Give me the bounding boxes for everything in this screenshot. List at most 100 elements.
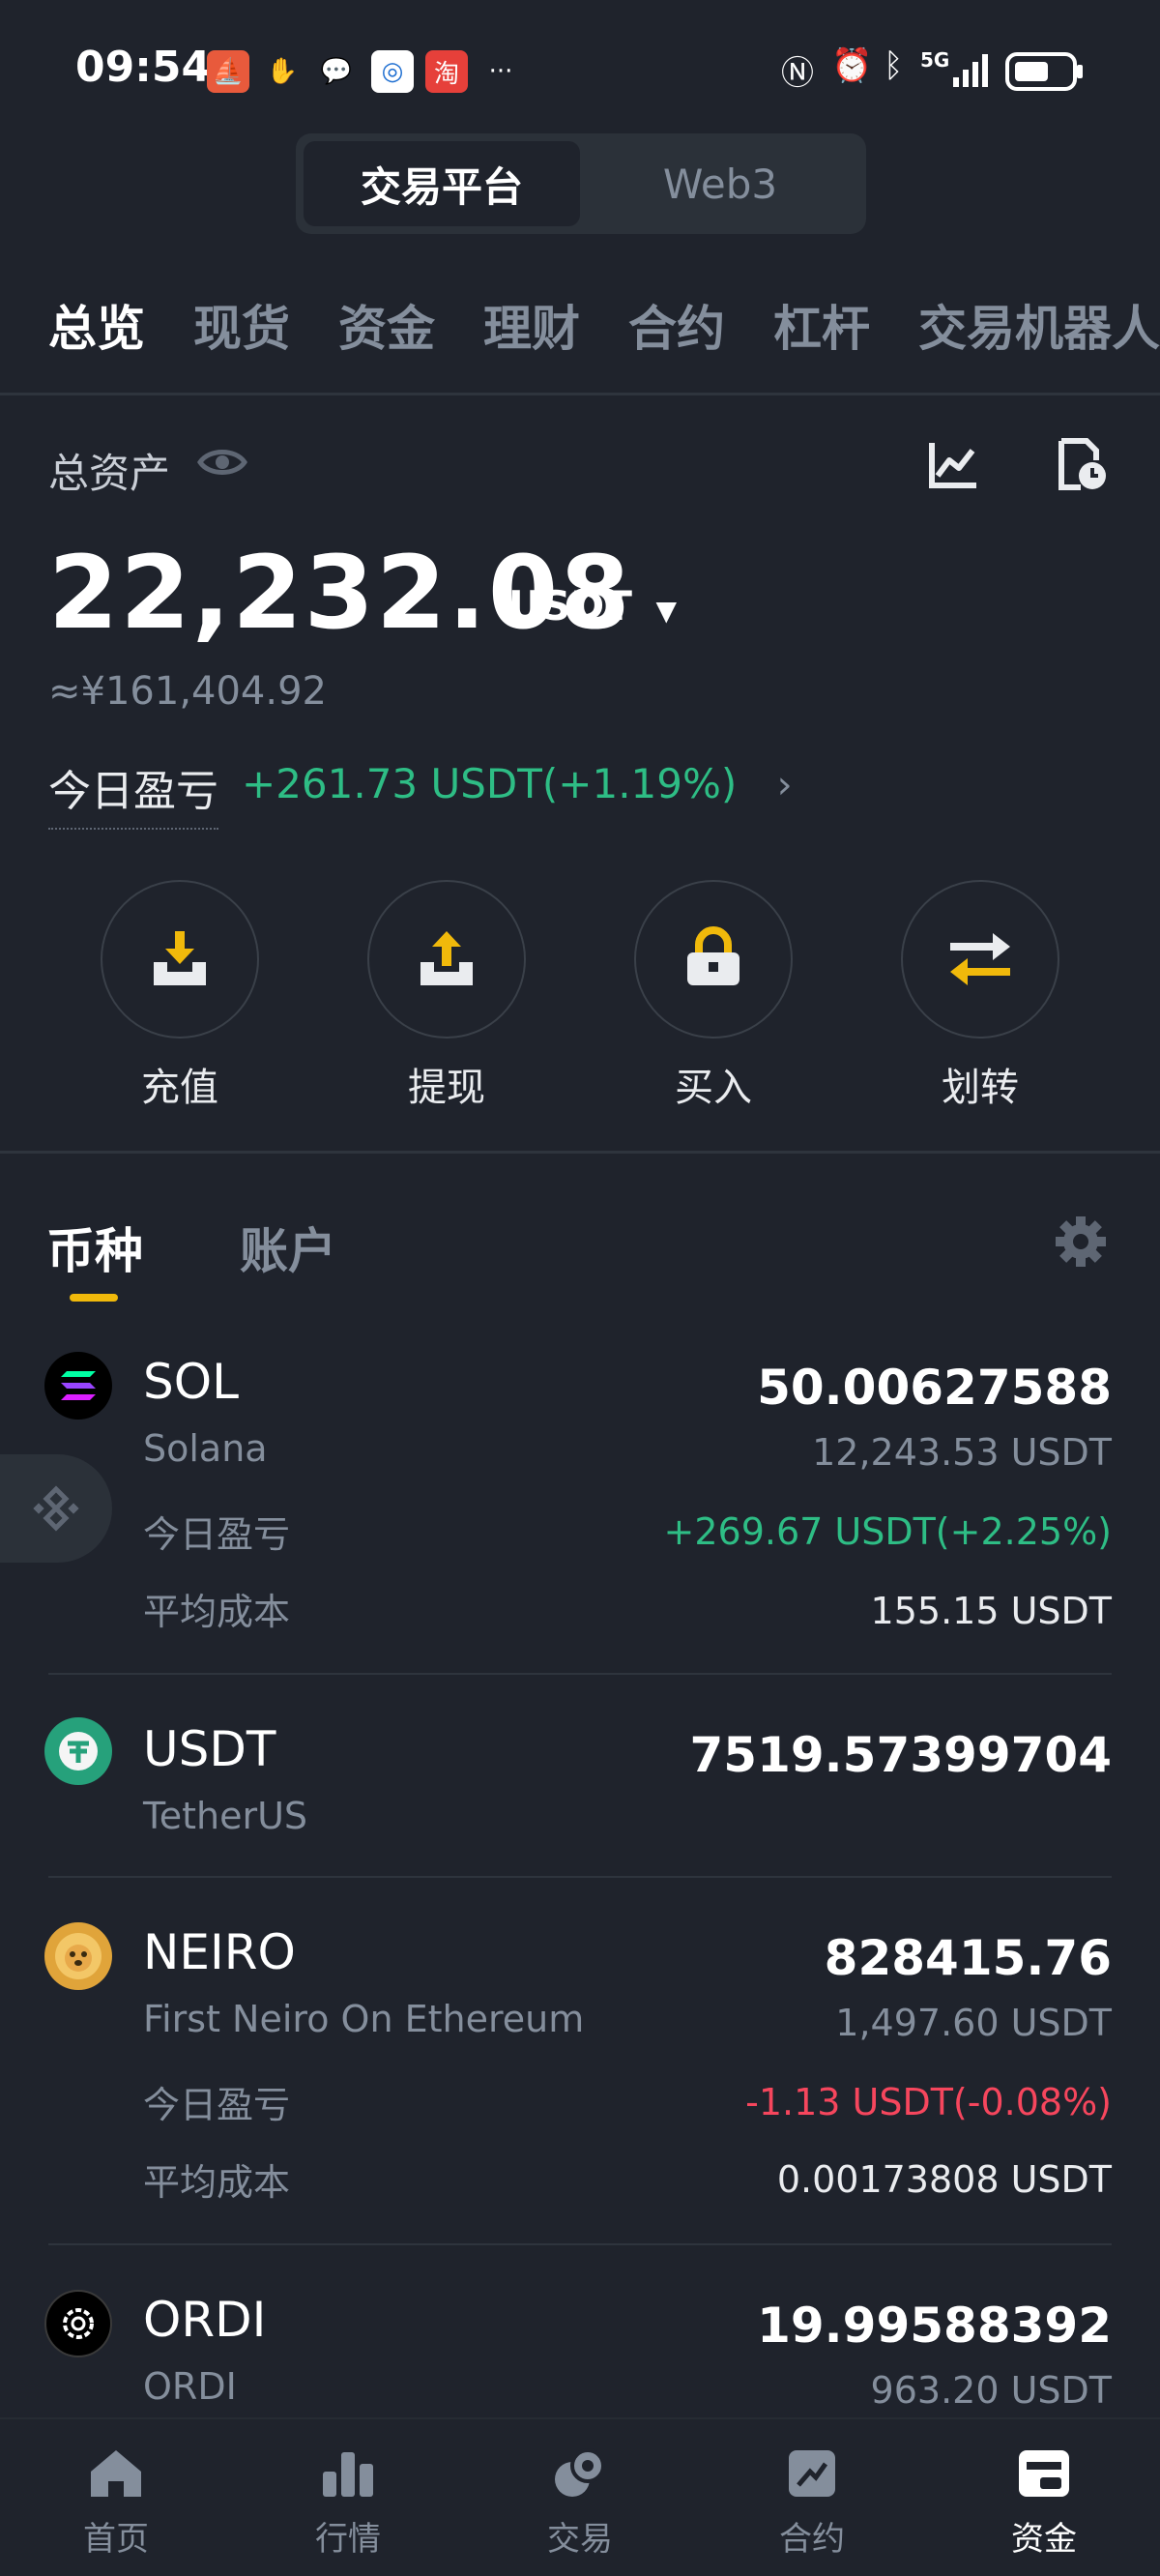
nav-futures[interactable]: 合约 [735, 2446, 889, 2560]
binance-logo-icon [33, 1485, 79, 1532]
message-icon: 💬 [320, 57, 353, 86]
usdt-icon [44, 1717, 112, 1785]
tab-account[interactable]: 账户 [240, 1213, 336, 1282]
coin-cost-label: 平均成本 [143, 2161, 291, 2204]
tab-funding[interactable]: 资金 [338, 290, 435, 360]
buy-label: 买入 [675, 1066, 752, 1110]
withdraw-label: 提现 [408, 1066, 485, 1110]
transfer-icon [950, 933, 1010, 985]
alarm-icon: ⏰ [831, 46, 873, 85]
nav-label: 合约 [779, 2520, 845, 2559]
deposit-icon [154, 931, 206, 985]
chevron-right-icon: › [776, 763, 793, 807]
nav-label: 资金 [1011, 2520, 1077, 2559]
withdraw-icon [420, 931, 473, 985]
tab-coin[interactable]: 币种 [46, 1213, 143, 1282]
transfer-button[interactable] [901, 880, 1059, 1039]
buy-icon [687, 926, 740, 985]
coin-name: First Neiro On Ethereum [143, 1998, 585, 2040]
nav-markets[interactable]: 行情 [271, 2446, 425, 2560]
active-tab-indicator [70, 1294, 118, 1302]
sol-icon [44, 1352, 112, 1420]
coin-usdt-value: 1,497.60 USDT [835, 2002, 1112, 2044]
nav-label: 行情 [315, 2520, 381, 2559]
wallet-icon [1019, 2450, 1069, 2497]
coin-usdt-value: 963.20 USDT [870, 2369, 1112, 2412]
row-divider [48, 2243, 1112, 2245]
coin-usdt-value: 12,243.53 USDT [812, 1431, 1112, 1474]
deposit-label: 充值 [141, 1066, 218, 1110]
today-pnl-label[interactable]: 今日盈亏 [48, 756, 218, 830]
currency-unit: USDT [508, 582, 632, 629]
total-assets-label: 总资产 [48, 450, 171, 497]
coin-amount: 7519.57399704 [689, 1727, 1112, 1783]
futures-icon [789, 2450, 835, 2497]
network-label: 5G [920, 48, 950, 72]
buy-button[interactable] [634, 880, 793, 1039]
nfc-icon: Ⓝ [781, 54, 814, 93]
tab-trading-bots[interactable]: 交易机器人 [918, 290, 1160, 360]
coin-cost-label: 平均成本 [143, 1591, 291, 1633]
tab-margin[interactable]: 杠杆 [773, 290, 870, 360]
neiro-icon [44, 1922, 112, 1990]
coin-name: ORDI [143, 2365, 237, 2408]
currency-selector[interactable]: USDT ▼ [508, 582, 677, 629]
coin-pnl-value: -1.13 USDT(-0.08%) [745, 2081, 1112, 2123]
tab-futures[interactable]: 合约 [628, 290, 725, 360]
section-divider [0, 1151, 1160, 1154]
row-divider [48, 1876, 1112, 1878]
nav-funds[interactable]: 资金 [967, 2446, 1121, 2560]
coin-symbol: SOL [143, 1354, 239, 1410]
nav-label: 交易 [547, 2520, 613, 2559]
coin-amount: 19.99588392 [757, 2298, 1112, 2354]
coin-cost-value: 155.15 USDT [870, 1590, 1112, 1632]
settings-icon[interactable] [1054, 1215, 1108, 1273]
nav-trade[interactable]: 交易 [503, 2446, 657, 2560]
coin-pnl-value: +269.67 USDT(+2.25%) [663, 1510, 1113, 1553]
nav-label: 首页 [83, 2520, 149, 2559]
segment-exchange[interactable]: 交易平台 [304, 141, 580, 226]
signal-icon [951, 52, 994, 93]
coin-name: TetherUS [143, 1795, 308, 1837]
coin-symbol: NEIRO [143, 1924, 296, 1980]
markets-icon [323, 2452, 373, 2497]
coin-amount: 828415.76 [824, 1930, 1112, 1986]
bluetooth-icon: ᛒ [884, 46, 904, 85]
history-icon[interactable] [1056, 437, 1110, 497]
status-time: 09:54 [75, 43, 212, 92]
tab-spot[interactable]: 现货 [193, 290, 290, 360]
battery-icon [1005, 52, 1087, 95]
app-icon: ◎ [371, 50, 414, 93]
floating-binance-button[interactable] [0, 1454, 112, 1563]
coin-amount: 50.00627588 [757, 1360, 1112, 1416]
coin-pnl-label: 今日盈亏 [143, 2084, 291, 2126]
wallet-tabs: 总览 现货 资金 理财 合约 杠杆 交易机器人 [48, 290, 1160, 360]
coin-cost-value: 0.00173808 USDT [776, 2158, 1112, 2201]
deposit-button[interactable] [101, 880, 259, 1039]
coin-symbol: USDT [143, 1721, 276, 1777]
trade-icon [555, 2448, 605, 2497]
caret-down-icon: ▼ [655, 595, 678, 627]
more-notifications-icon: ··· [488, 57, 513, 86]
tab-overview[interactable]: 总览 [48, 290, 145, 360]
today-pnl-value[interactable]: +261.73 USDT(+1.19%) › [242, 760, 793, 807]
home-icon [91, 2450, 141, 2497]
eye-icon[interactable] [197, 441, 247, 487]
ordi-icon [44, 2290, 112, 2357]
coin-symbol: ORDI [143, 2292, 267, 2348]
row-divider [48, 1673, 1112, 1675]
segment-web3[interactable]: Web3 [580, 141, 860, 226]
pnl-chart-icon[interactable] [926, 437, 980, 495]
tab-earn[interactable]: 理财 [483, 290, 580, 360]
taobao-icon: 淘 [425, 50, 468, 93]
app-notification-icon: ⛵ [207, 50, 249, 93]
coin-pnl-label: 今日盈亏 [143, 1513, 291, 1556]
today-pnl-amount: +261.73 USDT(+1.19%) [242, 760, 738, 807]
transfer-label: 划转 [942, 1066, 1019, 1110]
hand-icon: ✋ [266, 57, 299, 86]
nav-home[interactable]: 首页 [39, 2446, 193, 2560]
withdraw-button[interactable] [367, 880, 526, 1039]
coin-name: Solana [143, 1427, 268, 1470]
tabs-divider [0, 393, 1160, 395]
cny-equivalent: ≈¥161,404.92 [48, 669, 327, 714]
